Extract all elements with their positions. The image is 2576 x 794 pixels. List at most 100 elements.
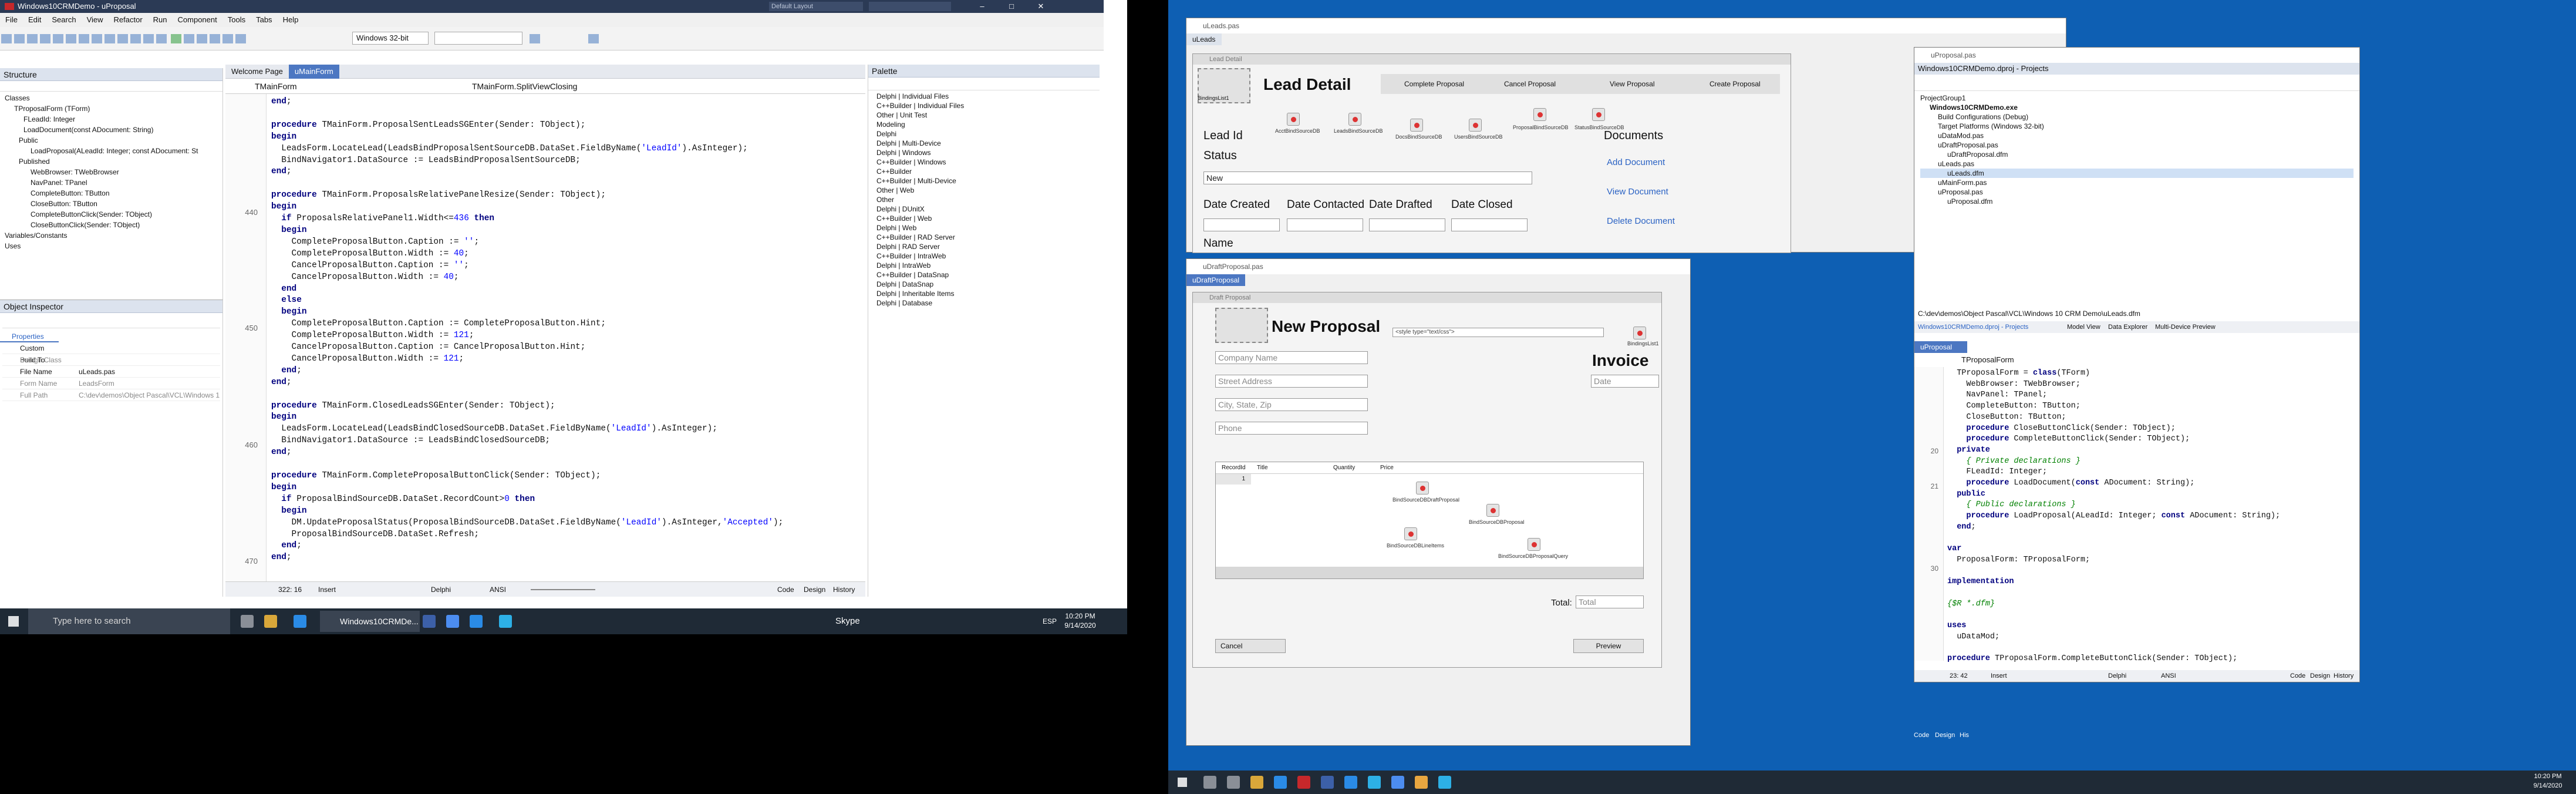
palette-category[interactable]: Delphi | Database [868, 298, 1100, 308]
windows-start-icon[interactable] [1178, 778, 1187, 787]
bindsource-icon[interactable] [1592, 108, 1605, 121]
project-node[interactable]: uMainForm.pas [1920, 178, 2354, 187]
tab-projects[interactable]: Windows10CRMDemo.dproj - Projects [1918, 321, 2028, 333]
project-node[interactable]: Windows10CRMDemo.exe [1920, 103, 2354, 112]
back-icon[interactable] [530, 34, 540, 43]
project-node[interactable]: Build Configurations (Debug) [1920, 112, 2354, 122]
tree-node[interactable]: TProposalForm (TForm) [2, 103, 220, 114]
maximize-icon[interactable]: □ [998, 0, 1025, 13]
menu-refactor[interactable]: Refactor [109, 13, 148, 27]
help-icon[interactable] [156, 34, 167, 43]
bindsource-icon[interactable] [1416, 482, 1429, 494]
preview-button[interactable]: Preview [1573, 639, 1644, 653]
palette-category[interactable]: Other [868, 195, 1100, 204]
ide-search-input[interactable] [869, 2, 951, 11]
view-document-link[interactable]: View Document [1607, 187, 1668, 197]
project-node[interactable]: uProposal.dfm [1920, 197, 2354, 206]
palette-category[interactable]: Delphi | RAD Server [868, 242, 1100, 251]
bindsource-icon[interactable] [1287, 113, 1300, 126]
date-contacted-picker[interactable] [1287, 218, 1363, 231]
forward-icon[interactable] [588, 34, 599, 43]
city-state-zip-field[interactable]: City, State, Zip [1215, 398, 1368, 411]
palette-category[interactable]: C++Builder | IntraWeb [868, 251, 1100, 261]
date-field[interactable]: Date [1591, 375, 1659, 388]
task-view-icon[interactable] [1227, 776, 1240, 789]
tree-node[interactable]: FLeadId: Integer [2, 114, 220, 125]
style-edit[interactable]: <style type="text/css"> [1392, 328, 1604, 337]
property-row[interactable]: Custom Build To [2, 342, 220, 364]
trace-into-icon[interactable] [235, 34, 247, 43]
palette-category[interactable]: Delphi | IntraWeb [868, 261, 1100, 270]
bindings-list-icon[interactable] [1633, 327, 1646, 339]
palette-category[interactable]: Modeling [868, 120, 1100, 129]
clock-date[interactable]: 9/14/2020 [1063, 621, 1098, 630]
code-text[interactable]: end; procedure TMainForm.ProposalSentLea… [271, 96, 847, 584]
palette-category[interactable]: C++Builder | RAD Server [868, 233, 1100, 242]
tab-design[interactable]: Design [804, 582, 825, 597]
menu-file[interactable]: File [0, 13, 23, 27]
palette-category[interactable]: Delphi | Web [868, 223, 1100, 233]
method-select[interactable]: TMainForm.SplitViewClosing [472, 79, 577, 94]
run-without-debug-icon[interactable] [184, 34, 195, 43]
palette-category[interactable]: Delphi | Individual Files [868, 92, 1100, 101]
clock-time[interactable]: 10:20 PM [1063, 612, 1098, 620]
remove-file-icon[interactable] [143, 34, 154, 43]
street-address-field[interactable]: Street Address [1215, 375, 1368, 388]
edge-icon[interactable] [1274, 776, 1287, 789]
close-icon[interactable]: ✕ [1027, 0, 1054, 13]
palette-category[interactable]: C++Builder | Web [868, 214, 1100, 223]
view-unit-icon[interactable] [104, 34, 115, 43]
code-text[interactable]: TProposalForm = class(TForm) WebBrowser:… [1947, 368, 2358, 665]
new-icon[interactable] [1, 34, 12, 43]
palette-category[interactable]: C++Builder [868, 167, 1100, 176]
tab-code[interactable]: Code [1914, 729, 1929, 741]
tab-welcome-page[interactable]: Welcome Page [225, 65, 289, 79]
tab-history[interactable]: History [833, 582, 855, 597]
class-select[interactable]: TMainForm [255, 79, 297, 94]
project-node[interactable]: uDraftProposal.pas [1920, 140, 2354, 150]
property-row[interactable]: Full Path C:\dev\demos\Object Pascal\VCL\… [2, 389, 220, 401]
tab-uleads[interactable]: uLeads [1186, 33, 1222, 45]
tree-node[interactable]: Public [2, 135, 220, 146]
mail-icon[interactable] [1344, 776, 1357, 789]
palette-category[interactable]: Delphi | DataSnap [868, 280, 1100, 289]
photos-icon[interactable] [1415, 776, 1428, 789]
add-file-icon[interactable] [130, 34, 141, 43]
grid-scrollbar[interactable] [1216, 567, 1643, 578]
menu-project[interactable]: Run [148, 13, 173, 27]
tab-multi-device-preview[interactable]: Multi-Device Preview [2155, 321, 2216, 333]
date-drafted-picker[interactable] [1369, 218, 1445, 231]
status-combobox[interactable]: New [1203, 171, 1532, 184]
bindsource-icon[interactable] [1528, 538, 1540, 551]
project-node[interactable]: Target Platforms (Windows 32-bit) [1920, 122, 2354, 131]
menu-tabs[interactable]: Help [278, 13, 304, 27]
palette-category[interactable]: Other | Unit Test [868, 110, 1100, 120]
class-select[interactable]: TProposalForm [1961, 355, 2014, 364]
minimize-icon[interactable]: – [969, 0, 996, 13]
object-select[interactable] [2, 315, 220, 328]
open-icon[interactable] [14, 34, 25, 43]
skype-icon[interactable] [1438, 776, 1451, 789]
tree-node[interactable]: LoadDocument(const ADocument: String) [2, 125, 220, 135]
palette-category[interactable]: Delphi | Inheritable Items [868, 289, 1100, 298]
bindsource-icon[interactable] [1404, 527, 1417, 540]
company-name-field[interactable]: Company Name [1215, 351, 1368, 364]
view-form-icon[interactable] [117, 34, 128, 43]
bindsource-icon[interactable] [1410, 119, 1423, 132]
date-closed-picker[interactable] [1451, 218, 1528, 231]
layout-select[interactable]: Default Layout [769, 2, 863, 11]
create-proposal-button[interactable]: Create Proposal [1710, 80, 1761, 88]
total-field[interactable]: Total [1576, 596, 1644, 608]
palette-category[interactable]: C++Builder | Individual Files [868, 101, 1100, 110]
line-items-grid[interactable]: RecordId Title Quantity Price 1 [1215, 462, 1644, 579]
teams-icon[interactable] [423, 615, 436, 628]
zoom-slider[interactable] [531, 589, 595, 590]
taskbar-search[interactable]: Type here to search [28, 608, 230, 634]
platform-select[interactable]: Windows 32-bit [352, 32, 429, 45]
clock-time[interactable]: 10:20 PM [2530, 773, 2565, 780]
chrome-icon[interactable] [1391, 776, 1404, 789]
store-icon[interactable] [499, 615, 512, 628]
date-created-picker[interactable] [1203, 218, 1280, 231]
mail-icon[interactable] [470, 615, 483, 628]
delphi-icon[interactable] [1297, 776, 1310, 789]
